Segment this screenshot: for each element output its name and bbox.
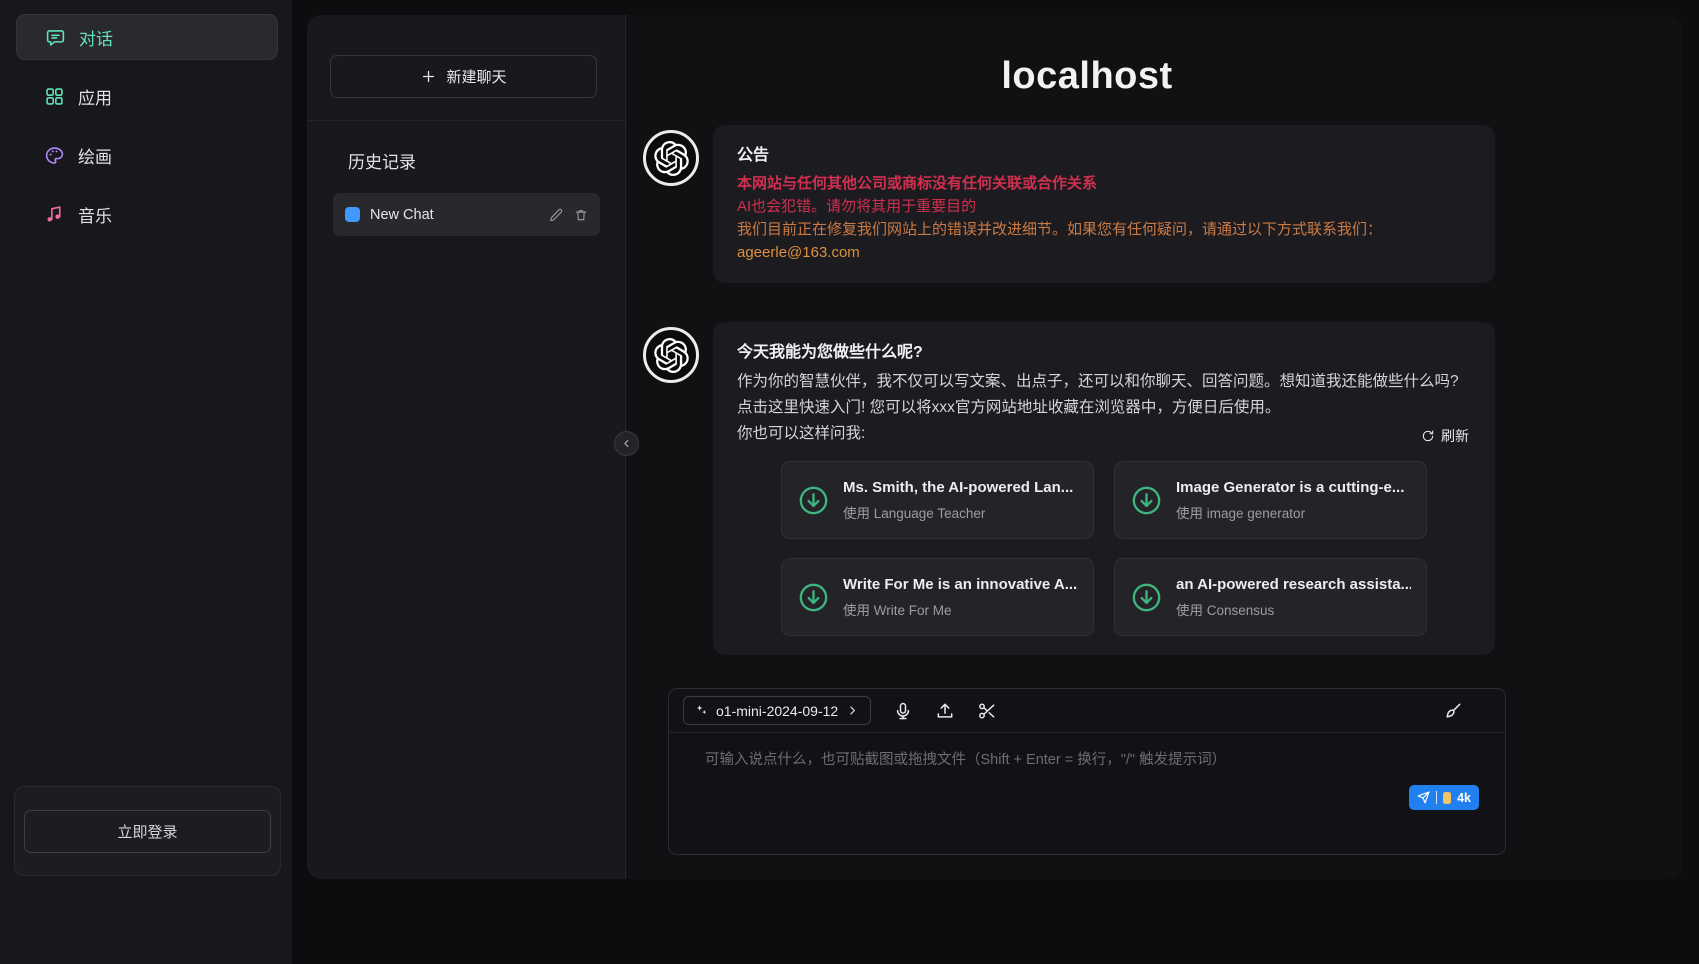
suggestion-grid: Ms. Smith, the AI-powered Lan... 使用 Lang…: [781, 461, 1427, 636]
sparkles-icon: [694, 703, 709, 718]
openai-logo-icon: [654, 338, 689, 373]
chat-item-title: New Chat: [370, 207, 539, 223]
suggestion-subtitle: 使用 Language Teacher: [843, 502, 1073, 522]
microphone-button[interactable]: [893, 701, 913, 721]
sidebar-item-paint[interactable]: 绘画: [16, 132, 278, 178]
message-input[interactable]: [705, 748, 1469, 820]
contact-email-link[interactable]: ageerle@163.com: [737, 241, 1471, 264]
arrow-down-circle-icon: [1130, 581, 1163, 614]
suggestion-subtitle: 使用 Write For Me: [843, 599, 1077, 619]
welcome-bubble: 今天我能为您做些什么呢? 作为你的智慧伙伴，我不仅可以写文案、出点子，还可以和你…: [713, 322, 1495, 655]
sidebar-item-label: 音乐: [78, 202, 112, 227]
palette-icon: [44, 145, 65, 166]
token-icon: [1443, 792, 1451, 804]
sidebar-item-label: 绘画: [78, 143, 112, 168]
plus-icon: [420, 68, 437, 85]
ask-hint: 你也可以这样问我:: [737, 421, 1471, 447]
page-title: localhost: [668, 55, 1506, 98]
announcement-bubble: 公告 本网站与任何其他公司或商标没有任何关联或合作关系 AI也会犯错。请勿将其用…: [713, 125, 1495, 283]
delete-icon[interactable]: [574, 208, 588, 222]
refresh-label: 刷新: [1441, 426, 1469, 446]
openai-logo-icon: [654, 141, 689, 176]
login-panel: 立即登录: [14, 786, 281, 876]
model-selector[interactable]: o1-mini-2024-09-12: [683, 696, 871, 725]
history-heading: 历史记录: [348, 148, 416, 173]
clear-chat-button[interactable]: [1443, 701, 1463, 721]
history-divider: [307, 120, 625, 121]
suggestion-title: Write For Me is an innovative A...: [843, 576, 1077, 593]
suggestion-title: an AI-powered research assista...: [1176, 576, 1411, 593]
sidebar-item-label: 对话: [79, 25, 113, 50]
chat-item-icon: [345, 207, 360, 222]
sidebar: 对话 应用 绘画: [0, 0, 292, 964]
suggestion-title: Ms. Smith, the AI-powered Lan...: [843, 479, 1073, 496]
suggestion-title: Image Generator is a cutting-e...: [1176, 479, 1404, 496]
refresh-button[interactable]: 刷新: [1421, 426, 1469, 446]
suggestion-card[interactable]: Ms. Smith, the AI-powered Lan... 使用 Lang…: [781, 461, 1094, 539]
new-chat-button[interactable]: 新建聊天: [330, 55, 597, 98]
sidebar-item-label: 应用: [78, 84, 112, 109]
model-name: o1-mini-2024-09-12: [716, 703, 838, 719]
announcement-line: 我们目前正在修复我们网站上的错误并改进细节。如果您有任何疑问，请通过以下方式联系…: [737, 218, 1471, 241]
announcement-line: 本网站与任何其他公司或商标没有任何关联或合作关系: [737, 172, 1471, 195]
sidebar-item-music[interactable]: 音乐: [16, 191, 278, 237]
refresh-icon: [1421, 429, 1435, 443]
chat-main: localhost 公告 本网站与任何其他公司或商标没有任何关联或合作关系 AI…: [626, 15, 1683, 879]
paper-plane-icon: [1417, 791, 1430, 804]
upload-icon: [935, 701, 955, 721]
composer-input-area: [669, 733, 1505, 825]
announcement-line: AI也会犯错。请勿将其用于重要目的: [737, 195, 1471, 218]
assistant-message: 今天我能为您做些什么呢? 作为你的智慧伙伴，我不仅可以写文案、出点子，还可以和你…: [643, 322, 1495, 655]
assistant-avatar: [643, 327, 699, 383]
assistant-avatar: [643, 130, 699, 186]
new-chat-label: 新建聊天: [446, 66, 506, 87]
scissors-icon: [977, 701, 997, 721]
badge-divider: [1436, 791, 1438, 804]
app-window: 对话 应用 绘画: [0, 0, 1699, 964]
arrow-down-circle-icon: [797, 484, 830, 517]
upload-button[interactable]: [935, 701, 955, 721]
suggestion-card[interactable]: Image Generator is a cutting-e... 使用 ima…: [1114, 461, 1427, 539]
sidebar-item-apps[interactable]: 应用: [16, 73, 278, 119]
chat-history-item[interactable]: New Chat: [333, 193, 600, 236]
chevron-right-icon: [845, 703, 860, 718]
history-panel: 新建聊天 历史记录 New Chat: [307, 15, 625, 879]
music-note-icon: [44, 204, 65, 225]
welcome-body: 作为你的智慧伙伴，我不仅可以写文案、出点子，还可以和你聊天、回答问题。想知道我还…: [737, 369, 1471, 421]
arrow-down-circle-icon: [797, 581, 830, 614]
edit-icon[interactable]: [549, 208, 563, 222]
suggestion-subtitle: 使用 image generator: [1176, 502, 1404, 522]
welcome-heading: 今天我能为您做些什么呢?: [737, 341, 1471, 365]
cut-button[interactable]: [977, 701, 997, 721]
broom-icon: [1443, 701, 1463, 721]
send-button[interactable]: 4k: [1409, 785, 1479, 810]
apps-grid-icon: [44, 86, 65, 107]
composer: o1-mini-2024-09-12: [668, 688, 1506, 855]
collapse-sidebar-button[interactable]: [614, 431, 639, 456]
microphone-icon: [893, 701, 913, 721]
chat-bubble-icon: [45, 27, 66, 48]
suggestion-card[interactable]: Write For Me is an innovative A... 使用 Wr…: [781, 558, 1094, 636]
token-count: 4k: [1457, 791, 1471, 805]
login-button[interactable]: 立即登录: [24, 810, 271, 853]
announcement-heading: 公告: [737, 144, 1471, 168]
assistant-message: 公告 本网站与任何其他公司或商标没有任何关联或合作关系 AI也会犯错。请勿将其用…: [643, 125, 1495, 283]
chevron-left-icon: [620, 437, 633, 450]
suggestion-card[interactable]: an AI-powered research assista... 使用 Con…: [1114, 558, 1427, 636]
suggestion-subtitle: 使用 Consensus: [1176, 599, 1411, 619]
sidebar-item-chat[interactable]: 对话: [16, 14, 278, 60]
arrow-down-circle-icon: [1130, 484, 1163, 517]
composer-toolbar: o1-mini-2024-09-12: [669, 689, 1505, 733]
